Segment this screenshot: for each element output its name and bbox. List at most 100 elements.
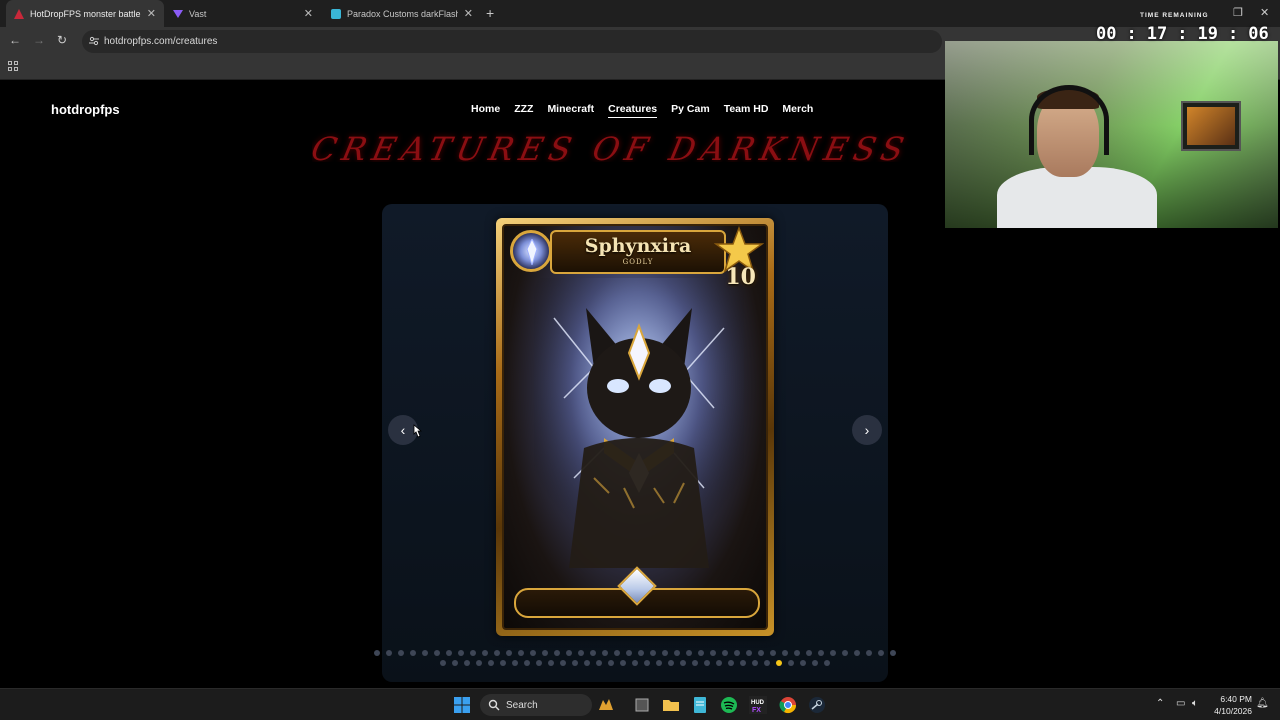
nav-link-creatures[interactable]: Creatures [608, 103, 658, 118]
site-info-icon[interactable] [89, 36, 99, 46]
pagination-dot[interactable] [818, 650, 824, 656]
pagination-dot[interactable] [512, 660, 518, 666]
pagination-dot[interactable] [410, 650, 416, 656]
pagination-dot[interactable] [890, 650, 896, 656]
close-icon[interactable]: ✕ [304, 7, 313, 20]
pagination-dot[interactable] [782, 650, 788, 656]
pagination-dot[interactable] [656, 660, 662, 666]
nav-link-team-hd[interactable]: Team HD [724, 103, 769, 118]
pagination-dot[interactable] [794, 650, 800, 656]
windows-start-icon[interactable] [453, 696, 471, 714]
pagination-dot[interactable] [770, 650, 776, 656]
task-view-icon[interactable] [633, 696, 651, 714]
pagination-dot[interactable] [752, 660, 758, 666]
pagination-dot[interactable] [440, 660, 446, 666]
pagination-dot[interactable] [482, 650, 488, 656]
pagination-dot[interactable] [728, 660, 734, 666]
pagination-dot[interactable] [542, 650, 548, 656]
pagination-dot[interactable] [614, 650, 620, 656]
pagination-dot[interactable] [632, 660, 638, 666]
pagination-dot[interactable] [536, 660, 542, 666]
forward-arrow-icon[interactable]: → [33, 33, 45, 47]
close-icon[interactable]: ✕ [464, 7, 473, 20]
nav-link-minecraft[interactable]: Minecraft [547, 103, 594, 118]
pagination-dot[interactable] [374, 650, 380, 656]
spotify-icon[interactable] [720, 696, 738, 714]
pagination-dot[interactable] [518, 650, 524, 656]
notification-icon[interactable]: 🔔︎ [1256, 698, 1269, 709]
creature-card[interactable]: Sphynxira GODLY 10 [496, 218, 774, 636]
pagination-dot[interactable] [866, 650, 872, 656]
pagination-dot[interactable] [800, 660, 806, 666]
pagination-dot[interactable] [680, 660, 686, 666]
pagination-dot[interactable] [854, 650, 860, 656]
pagination-dot[interactable] [746, 650, 752, 656]
back-arrow-icon[interactable]: ← [9, 33, 21, 47]
pagination-dot[interactable] [812, 660, 818, 666]
pagination-dot[interactable] [716, 660, 722, 666]
pagination-dot[interactable] [626, 650, 632, 656]
volume-icon[interactable]: 🔈︎ [1192, 698, 1198, 709]
pagination-dot[interactable] [422, 650, 428, 656]
pagination-dot[interactable] [650, 650, 656, 656]
pagination-dot[interactable] [464, 660, 470, 666]
tray-overflow-icon[interactable]: ⌃ [1156, 698, 1164, 709]
pagination-dot[interactable] [740, 660, 746, 666]
pagination-dot[interactable] [608, 660, 614, 666]
network-icon[interactable]: ▭ [1176, 698, 1185, 709]
pagination-dot[interactable] [476, 660, 482, 666]
pagination-dot[interactable] [602, 650, 608, 656]
pagination-dot[interactable] [386, 650, 392, 656]
pagination-dot[interactable] [710, 650, 716, 656]
pagination-dot[interactable] [434, 650, 440, 656]
pagination-dot[interactable] [686, 650, 692, 656]
pagination-dot[interactable] [644, 660, 650, 666]
pagination-dot[interactable] [638, 650, 644, 656]
nav-link-py-cam[interactable]: Py Cam [671, 103, 710, 118]
pagination-dot[interactable] [776, 660, 782, 666]
tab-hotdropfps[interactable]: HotDropFPS monster battle styl ✕ [6, 0, 164, 27]
pagination-dot[interactable] [764, 660, 770, 666]
pagination-dot[interactable] [524, 660, 530, 666]
pagination-dot[interactable] [662, 650, 668, 656]
pagination-dot[interactable] [620, 660, 626, 666]
pagination-dot[interactable] [878, 650, 884, 656]
pagination-dot[interactable] [446, 650, 452, 656]
close-icon[interactable]: ✕ [147, 7, 156, 20]
chrome-icon[interactable] [779, 696, 797, 714]
pagination-dot[interactable] [566, 650, 572, 656]
pagination-dot[interactable] [530, 650, 536, 656]
taskbar-clock[interactable]: 6:40 PM 4/10/2026 [1208, 693, 1252, 717]
pagination-dot[interactable] [500, 660, 506, 666]
pagination-dot[interactable] [458, 650, 464, 656]
pagination-dot[interactable] [668, 660, 674, 666]
new-tab-button[interactable]: + [486, 5, 494, 21]
next-slide-button[interactable]: › [852, 415, 882, 445]
file-explorer-icon[interactable] [662, 696, 680, 714]
pagination-dot[interactable] [584, 660, 590, 666]
dragon-app-icon[interactable] [597, 696, 615, 714]
apps-grid-icon[interactable] [8, 61, 18, 71]
tab-vast[interactable]: Vast ✕ [165, 0, 321, 27]
pagination-dot[interactable] [572, 660, 578, 666]
pagination-dot[interactable] [674, 650, 680, 656]
pagination-dot[interactable] [722, 650, 728, 656]
pagination-dot[interactable] [842, 650, 848, 656]
pagination-dot[interactable] [698, 650, 704, 656]
nav-link-merch[interactable]: Merch [782, 103, 813, 118]
hud-fx-icon[interactable]: HUDFX [749, 696, 767, 714]
pagination-dot[interactable] [758, 650, 764, 656]
site-logo[interactable]: hotdropfps [51, 102, 120, 117]
pagination-dot[interactable] [452, 660, 458, 666]
address-bar[interactable]: hotdropfps.com/creatures [82, 30, 942, 53]
pagination-dot[interactable] [590, 650, 596, 656]
notepad-icon[interactable] [691, 696, 709, 714]
pagination-dot[interactable] [692, 660, 698, 666]
reload-icon[interactable]: ↻ [57, 33, 67, 47]
pagination-dot[interactable] [554, 650, 560, 656]
pagination-dot[interactable] [560, 660, 566, 666]
tab-paradox[interactable]: Paradox Customs darkFlash DP ✕ [323, 0, 481, 27]
pagination-dot[interactable] [824, 660, 830, 666]
pagination-dot[interactable] [788, 660, 794, 666]
pagination-dot[interactable] [494, 650, 500, 656]
